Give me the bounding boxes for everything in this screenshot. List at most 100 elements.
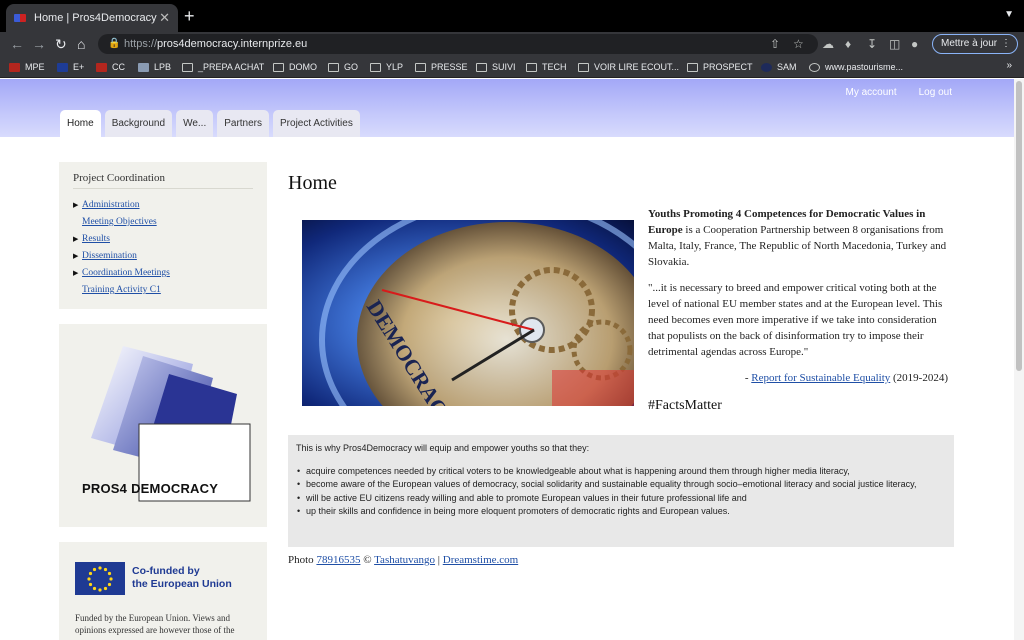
back-icon[interactable]: ← [10,35,24,53]
folder-icon [415,62,426,72]
tab-partners[interactable]: Partners [217,110,270,137]
sidebar-item-meeting-objectives[interactable]: Meeting Objectives [73,214,253,231]
sidebar-item-training-activity[interactable]: Training Activity C1 [73,282,253,299]
eu-flag-icon [75,562,125,595]
tab-we[interactable]: We... [176,110,214,137]
photo-id-link[interactable]: 78916535 [316,554,360,566]
share-icon[interactable]: ⇧ [770,36,780,52]
web-page: My account Log out Home Background We...… [0,79,1024,640]
reload-icon[interactable]: ↻ [55,35,67,53]
cloud-icon[interactable]: ☁ [822,36,834,52]
bookmark-folder[interactable]: DOMO [273,60,317,74]
photo-credit: Photo 78916535 © Tashatuvango | Dreamsti… [288,554,519,566]
project-coordination-block: Project Coordination ▶ Administration Mee… [59,162,267,309]
home-icon[interactable]: ⌂ [77,35,85,53]
report-link[interactable]: Report for Sustainable Equality [751,372,890,384]
main-content: Home DEMOCRACY Youths Promoting 4 Compet… [288,172,954,566]
bookmark-item[interactable]: SAM [761,60,797,74]
bookmark-folder[interactable]: TECH [526,60,567,74]
bookmark-star-icon[interactable]: ☆ [793,36,804,52]
eu-stars [87,565,113,592]
browser-tab-active[interactable]: Home | Pros4Democracy ✕ [6,4,178,32]
pros4democracy-logo [91,346,251,502]
bookmark-item[interactable]: E+ [57,60,84,74]
side-panel-icon[interactable]: ◫ [889,36,900,52]
url-scheme: https:// [124,38,158,50]
list-item: become aware of the European values of d… [296,478,946,492]
logo-wordmark: PROS4 DEMOCRACY [82,481,218,496]
sidebar-item-coordination-meetings[interactable]: ▶ Coordination Meetings [73,265,253,282]
tab-close-icon[interactable]: ✕ [159,10,170,26]
bookmark-folder[interactable]: PRESSE [415,60,468,74]
pros4democracy-logo-block: PROS4 DEMOCRACY [59,324,267,527]
page-scrollbar[interactable] [1014,79,1024,640]
address-bar[interactable]: 🔒 https://pros4democracy.internprize.eu [98,34,818,54]
tab-title: Home | Pros4Democracy [34,12,157,24]
primary-tabs: Home Background We... Partners Project A… [60,110,360,137]
folder-icon [328,62,339,72]
folder-icon [273,62,284,72]
logo-word-pros4: PROS4 [82,481,128,496]
site-favicon [14,12,26,24]
hashtag-facts-matter: #FactsMatter [648,398,722,413]
folder-icon [526,62,537,72]
tab-search-icon[interactable]: ▼ [1004,9,1014,20]
dreamstime-link[interactable]: Dreamstime.com [443,554,518,566]
caret-right-icon: ▶ [73,269,79,277]
sidebar-item-results[interactable]: ▶ Results [73,231,253,248]
sidebar-item-administration[interactable]: ▶ Administration [73,197,253,214]
bookmark-folder[interactable]: _PREPA ACHAT [182,60,264,74]
bookmark-item[interactable]: LPB [138,60,171,74]
profile-avatar-icon[interactable]: ● [911,36,918,52]
bookmark-favicon-icon [57,62,68,72]
caret-right-icon: ▶ [73,252,79,260]
bookmarks-more-icon[interactable]: » [1006,60,1012,71]
bookmark-favicon-icon [138,62,149,72]
list-item: will be active EU citizens ready willing… [296,492,946,506]
tab-project-activities[interactable]: Project Activities [273,110,360,137]
account-links: My account Log out [845,87,952,98]
intro-paragraph: Youths Promoting 4 Competences for Democ… [648,208,947,268]
eu-disclaimer: Funded by the European Union. Views and … [75,613,235,635]
caret-right-icon: ▶ [73,235,79,243]
bookmark-item[interactable]: www.pastourisme... [809,60,903,74]
logo-word-democracy: DEMOCRACY [131,481,219,496]
folder-icon [182,62,193,72]
bookmark-item[interactable]: MPE [9,60,45,74]
list-item: acquire competences needed by critical v… [296,465,946,479]
bookmark-folder[interactable]: PROSPECT [687,60,753,74]
bookmarks-bar: MPE E+ CC LPB _PREPA ACHAT DOMO GO YLP P… [0,56,1024,78]
log-out-link[interactable]: Log out [919,87,952,98]
update-button[interactable]: Mettre à jour ⋮ [932,34,1018,54]
objectives-list: acquire competences needed by critical v… [296,465,946,519]
my-account-link[interactable]: My account [845,87,896,98]
forward-icon[interactable]: → [32,35,46,53]
block-title: Project Coordination [73,172,253,189]
bookmark-folder[interactable]: GO [328,60,358,74]
bookmark-favicon-icon [96,62,107,72]
update-label: Mettre à jour [941,38,998,49]
objectives-box: This is why Pros4Democracy will equip an… [288,435,954,547]
objectives-intro: This is why Pros4Democracy will equip an… [296,443,590,453]
new-tab-button[interactable]: + [184,6,195,26]
download-icon[interactable]: ↧ [867,36,877,52]
bookmark-item[interactable]: CC [96,60,125,74]
more-menu-icon[interactable]: ⋮ [1001,35,1011,53]
scrollbar-thumb[interactable] [1016,81,1022,371]
tab-home[interactable]: Home [60,110,101,137]
list-item: up their skills and confidence in being … [296,505,946,519]
extensions-icon[interactable]: ♦ [845,36,851,52]
folder-icon [687,62,698,72]
photo-author-link[interactable]: Tashatuvango [374,554,435,566]
sidebar-item-dissemination[interactable]: ▶ Dissemination [73,248,253,265]
bookmark-favicon-icon [761,62,772,72]
sidebar: Project Coordination ▶ Administration Mee… [59,162,267,640]
bookmark-folder[interactable]: YLP [370,60,403,74]
pocket-watch-democracy-image: DEMOCRACY [302,220,634,406]
tab-background[interactable]: Background [104,110,173,137]
browser-tabstrip: Home | Pros4Democracy ✕ + ▼ [0,0,1024,32]
bookmark-folder[interactable]: VOIR LIRE ECOUT... [578,60,679,74]
bookmark-folder[interactable]: SUIVI [476,60,516,74]
bookmark-favicon-icon [9,62,20,72]
caret-right-icon: ▶ [73,201,79,209]
